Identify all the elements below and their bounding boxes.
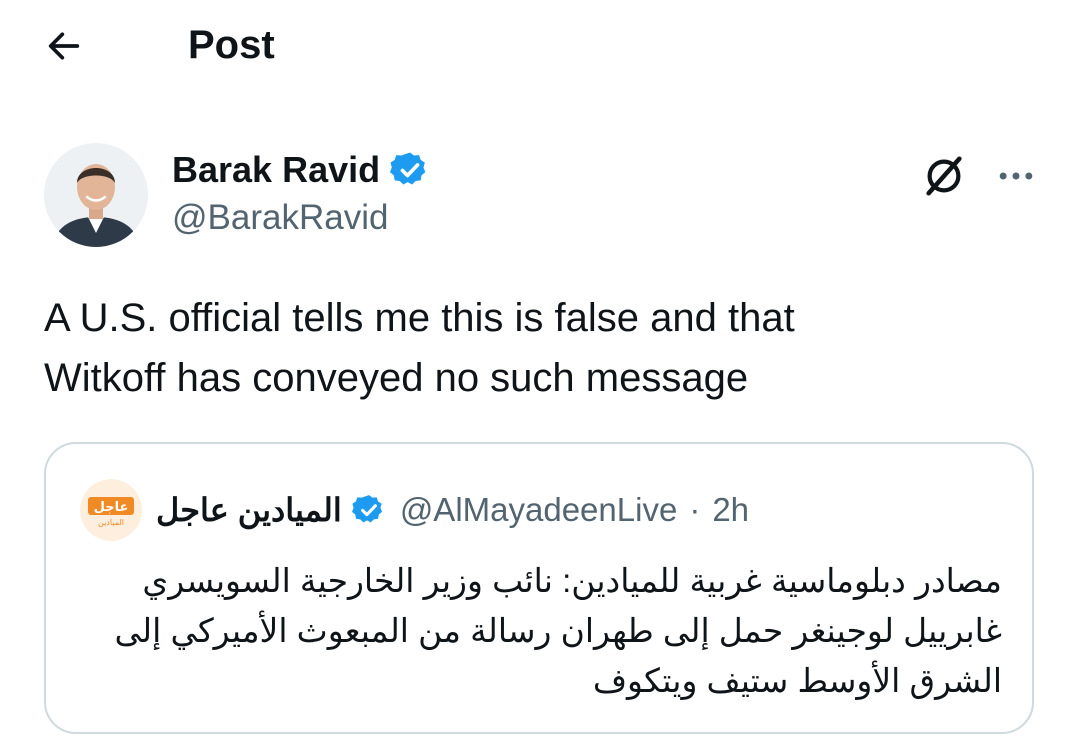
logo-subtext: الميادين [98, 518, 124, 527]
quoted-author-name[interactable]: الميادين عاجل [156, 491, 342, 529]
grok-button[interactable] [918, 150, 970, 202]
quoted-timestamp[interactable]: 2h [712, 491, 749, 529]
back-arrow-icon [48, 32, 80, 60]
top-bar: Post [0, 0, 1080, 90]
author-handle[interactable]: @BarakRavid [172, 198, 388, 238]
logo-text: عاجل [94, 500, 129, 515]
more-icon [999, 172, 1033, 180]
verified-badge-icon [390, 150, 430, 190]
quoted-author-handle[interactable]: @AlMayadeenLive [400, 491, 678, 529]
page-title: Post [188, 23, 275, 67]
quoted-tweet-text: مصادر دبلوماسية غربية للميادين: نائب وزي… [114, 562, 1002, 699]
quoted-author-avatar[interactable]: عاجل الميادين [80, 479, 142, 541]
separator-dot: · [689, 491, 701, 528]
quoted-tweet-header: عاجل الميادين الميادين عاجل @AlMayadeenL… [80, 479, 749, 541]
quoted-verified-badge-icon [351, 493, 386, 527]
back-button[interactable] [40, 22, 88, 70]
quoted-tweet-card[interactable]: عاجل الميادين الميادين عاجل @AlMayadeenL… [44, 442, 1034, 734]
grok-icon [926, 156, 962, 196]
author-avatar[interactable] [44, 143, 148, 247]
more-options-button[interactable] [990, 150, 1042, 202]
author-name-row: Barak Ravid [172, 146, 430, 194]
author-name[interactable]: Barak Ravid [172, 149, 380, 191]
tweet-text: A U.S. official tells me this is false a… [44, 296, 795, 400]
